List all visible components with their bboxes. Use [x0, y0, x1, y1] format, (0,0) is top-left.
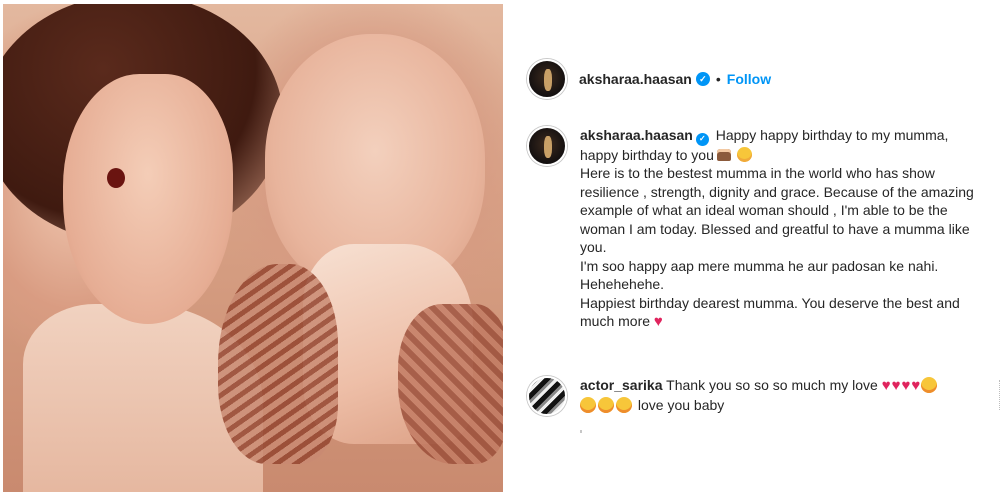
follow-button[interactable]: Follow [727, 71, 771, 87]
photo-mehndi-hand-left [218, 264, 338, 464]
comment-username[interactable]: actor_sarika [580, 377, 663, 393]
avatar-figure-icon [544, 69, 552, 91]
heart-emoji-icon: ♥ [653, 313, 663, 331]
smiling-face-emoji-icon [736, 146, 752, 162]
cake-emoji-icon [716, 148, 731, 161]
caption-avatar[interactable] [527, 126, 567, 166]
photo-mother-face [63, 74, 233, 324]
comment-text: actor_sarika Thank you so so so much my … [580, 376, 990, 414]
smiling-hearts-emoji-icon [598, 396, 614, 413]
heart-emoji-icon: ♥ [911, 377, 921, 394]
heart-emoji-icon: ♥ [881, 377, 891, 394]
caption-text: aksharaa.haasan ✓ Happy happy birthday to… [580, 126, 990, 332]
comment-item: actor_sarika Thank you so so so much my … [527, 376, 992, 416]
heart-emoji-icon: ♥ [891, 377, 901, 394]
photo-bindi [107, 168, 125, 188]
caption-paragraph-3: Happiest birthday dearest mumma. You des… [580, 294, 960, 330]
commenter-avatar[interactable] [527, 376, 567, 416]
post-side-panel: aksharaa.haasan ✓ • Follow aksharaa.haas… [505, 0, 1000, 496]
caption-paragraph-2: I'm soo happy aap mere mumma he aur pado… [580, 257, 939, 293]
post-caption: aksharaa.haasan ✓ Happy happy birthday to… [527, 126, 992, 332]
verified-badge-icon: ✓ [695, 72, 710, 86]
caption-username[interactable]: aksharaa.haasan [580, 127, 693, 143]
post-header: aksharaa.haasan ✓ • Follow [505, 52, 1000, 106]
caption-paragraph-1: Here is to the bestest mumma in the worl… [580, 165, 974, 256]
comment-body: Thank you so so so much my love [666, 377, 878, 393]
verified-badge-icon: ✓ [695, 132, 709, 146]
photo-mehndi-hand-right [398, 304, 503, 464]
header-separator: • [715, 71, 721, 87]
avatar-figure-icon [544, 136, 552, 158]
smiling-hearts-emoji-icon [580, 396, 596, 413]
post-photo[interactable] [0, 0, 505, 496]
author-avatar[interactable] [527, 59, 567, 99]
smiling-hearts-emoji-icon [616, 396, 632, 413]
smiling-hearts-emoji-icon [921, 377, 938, 393]
header-username[interactable]: aksharaa.haasan [579, 71, 692, 87]
scroll-indicator [580, 430, 582, 433]
heart-emoji-icon: ♥ [901, 377, 911, 394]
comment-body-2: love you baby [637, 396, 725, 413]
photo-image [3, 4, 503, 492]
